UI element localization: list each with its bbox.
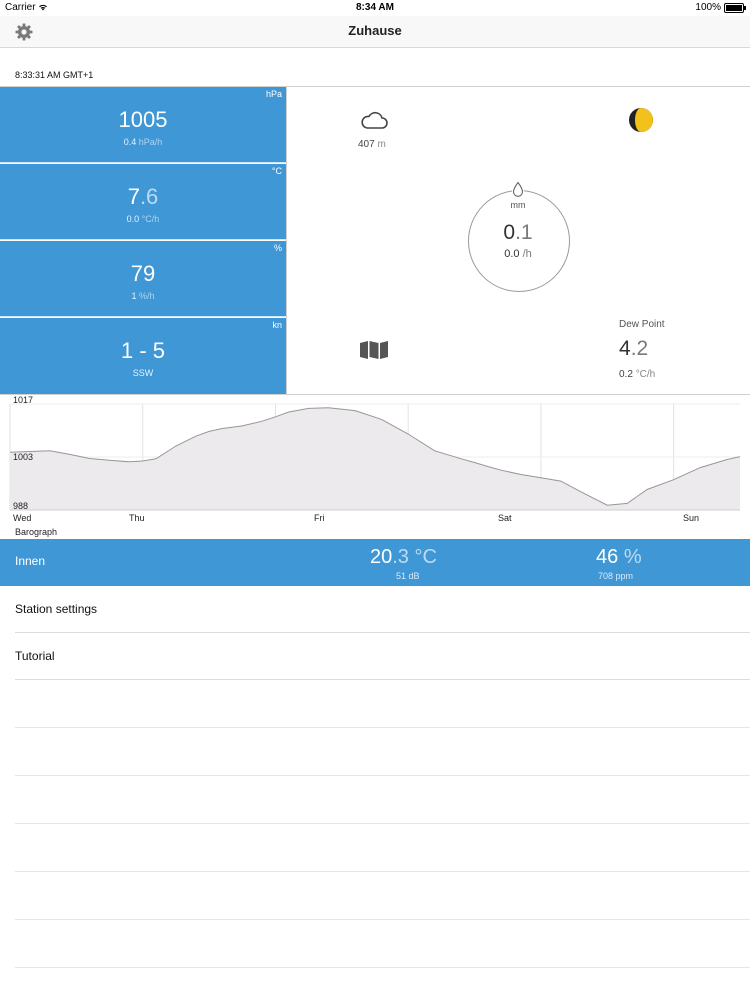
barograph-svg: 1017 1003 988 Wed Thu Fri Sat Sun <box>9 395 741 523</box>
humidity-unit: % <box>273 243 282 253</box>
temperature-value: 7.6 <box>0 184 286 210</box>
humidity-trend: 1 %/h <box>0 291 286 301</box>
humidity-trend-value: 1 <box>131 291 137 301</box>
last-update-time: 8:33:31 AM GMT+1 <box>15 70 94 80</box>
chart-x-tick-label: Sat <box>498 513 512 523</box>
temperature-value-dec: .6 <box>139 184 159 209</box>
rain-unit: mm <box>510 200 526 210</box>
rain-value-dec: .1 <box>515 221 533 244</box>
clock: 8:34 AM <box>356 2 394 13</box>
temperature-tile[interactable]: °C 7.6 0.0 °C/h <box>0 164 286 240</box>
station-settings-row[interactable]: Station settings <box>15 586 750 633</box>
wind-direction: SSW <box>132 368 154 378</box>
status-bar: Carrier 8:34 AM 100% <box>0 0 750 16</box>
empty-row <box>15 872 750 920</box>
indoor-temp-unit: °C <box>414 546 437 568</box>
chart-y-tick-label: 1017 <box>13 395 33 405</box>
dew-point-label: Dew Point <box>619 319 665 330</box>
chart-x-tick-label: Thu <box>129 513 145 523</box>
indoor-humidity-unit: % <box>623 546 642 568</box>
wind-unit: kn <box>272 320 282 330</box>
wind-value: 1 - 5 <box>120 338 166 363</box>
chart-area <box>10 407 740 510</box>
temperature-value-int: 7 <box>127 184 140 209</box>
indoor-co2: 708 ppm <box>598 571 634 581</box>
pressure-trend-unit: hPa/h <box>138 137 163 147</box>
empty-row <box>15 728 750 776</box>
humidity-trend-unit: %/h <box>139 291 155 301</box>
temperature-trend: 0.0 °C/h <box>0 214 286 224</box>
pressure-tile[interactable]: hPa 1005 0.4 hPa/h <box>0 87 286 163</box>
indoor-noise: 51 dB <box>396 571 420 581</box>
indoor-label: Innen <box>15 554 46 568</box>
dew-point-trend: 0.2 °C/h <box>619 369 655 380</box>
map-icon[interactable] <box>359 340 389 360</box>
station-settings-label: Station settings <box>15 602 98 616</box>
dew-point-value-dec: .2 <box>630 337 649 360</box>
pressure-value: 1005 <box>0 107 286 133</box>
cloud-base-value: 407 <box>358 139 375 150</box>
chart-x-tick-label: Wed <box>13 513 31 523</box>
tutorial-label: Tutorial <box>15 649 55 663</box>
chart-x-tick-label: Fri <box>314 513 325 523</box>
pressure-trend: 0.4 hPa/h <box>0 137 286 147</box>
humidity-value-int: 79 <box>130 261 156 286</box>
pressure-trend-value: 0.4 <box>123 137 137 147</box>
weather-dashboard: hPa 1005 0.4 hPa/h °C 7.6 0.0 °C/h % 79 … <box>0 86 750 395</box>
battery-percent: 100% <box>695 2 721 13</box>
raindrop-icon <box>512 181 524 198</box>
cloud-base-unit: m <box>377 139 386 150</box>
indoor-module[interactable]: Innen 20.3 °C 51 dB 46 % 708 ppm <box>0 539 750 586</box>
indoor-temperature: 20.3 °C <box>370 546 437 569</box>
rain-value-int: 0 <box>503 221 516 244</box>
empty-row <box>15 920 750 968</box>
cloud-base: 407 m <box>358 139 386 150</box>
empty-row <box>15 824 750 872</box>
indoor-temp-int: 20 <box>370 546 393 568</box>
indoor-temp-dec: .3 <box>392 546 409 568</box>
page-title: Zuhause <box>348 23 402 38</box>
dew-point-value-int: 4 <box>619 337 631 360</box>
dew-point-value: 4.2 <box>619 337 648 361</box>
rain-rate: 0.0 /h <box>468 248 568 260</box>
navigation-bar: Zuhause <box>0 16 750 48</box>
chart-y-tick-label: 1003 <box>13 452 33 462</box>
temperature-trend-value: 0.0 <box>126 214 140 224</box>
rain-rate-unit: /h <box>522 248 532 260</box>
empty-row <box>15 680 750 728</box>
battery-status: 100% <box>695 2 746 13</box>
pressure-value-int: 1005 <box>118 107 168 132</box>
battery-icon <box>724 2 746 13</box>
temperature-trend-unit: °C/h <box>141 214 160 224</box>
barograph-chart[interactable]: 1017 1003 988 Wed Thu Fri Sat Sun Barograph <box>0 394 750 539</box>
chart-title: Barograph <box>15 527 58 537</box>
pressure-unit: hPa <box>265 89 282 99</box>
rain-rate-value: 0.0 <box>504 248 520 260</box>
humidity-value: 79 <box>0 261 286 287</box>
empty-row <box>15 776 750 824</box>
indoor-humidity: 46 % <box>596 546 642 569</box>
rain-value: 0.1 <box>468 221 568 245</box>
conditions-panel: 407 m mm 0.1 0.0 /h Dew Point 4.2 0.2 °C… <box>286 87 750 394</box>
cloud-icon[interactable] <box>359 109 389 131</box>
dew-point-trend-unit: °C/h <box>635 369 656 380</box>
indoor-humidity-value: 46 <box>596 546 619 568</box>
dew-point-trend-value: 0.2 <box>619 369 633 380</box>
humidity-tile[interactable]: % 79 1 %/h <box>0 241 286 317</box>
chart-y-tick-label: 988 <box>13 501 28 511</box>
moon-phase-icon[interactable] <box>628 107 654 133</box>
temperature-unit: °C <box>271 166 282 176</box>
chart-x-tick-label: Sun <box>683 513 699 523</box>
wind-tile[interactable]: kn 1 - 5 SSW <box>0 318 286 394</box>
tutorial-row[interactable]: Tutorial <box>15 633 750 680</box>
